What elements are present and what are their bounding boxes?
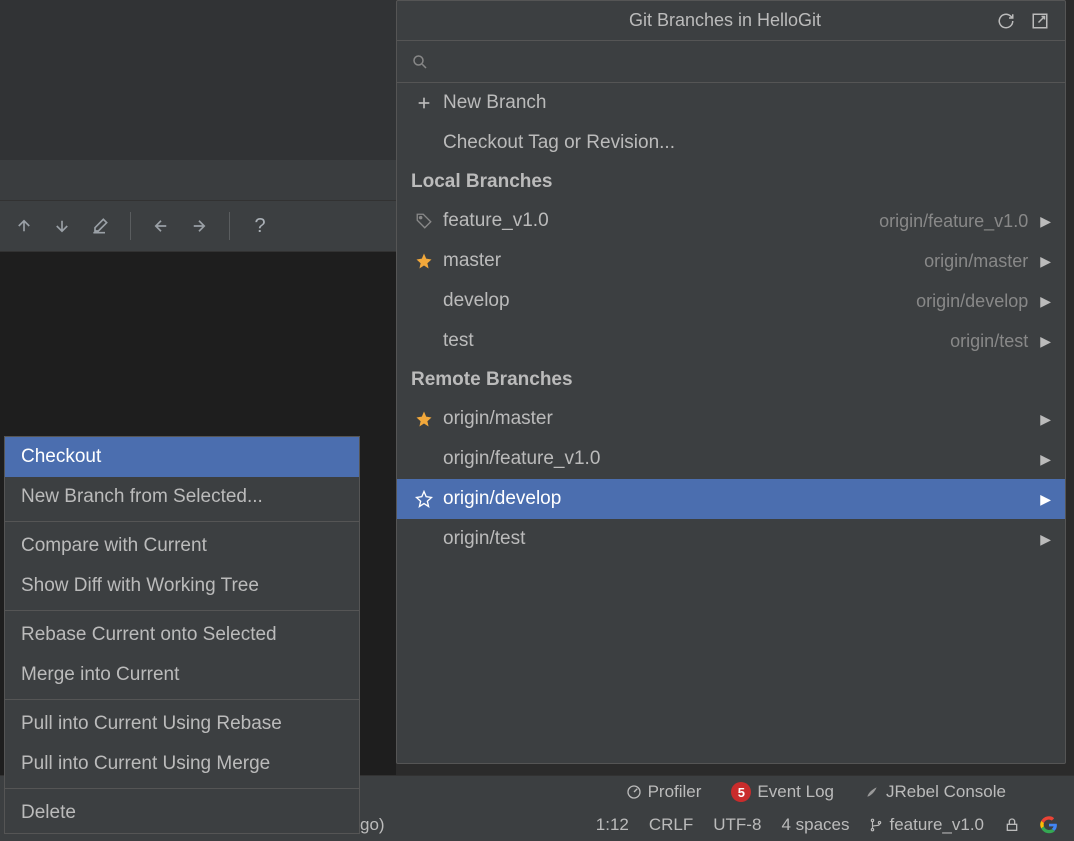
new-branch-label: New Branch bbox=[443, 92, 547, 114]
branch-name: origin/feature_v1.0 bbox=[443, 448, 600, 470]
branch-name: master bbox=[443, 250, 501, 272]
profiler-tool[interactable]: Profiler bbox=[626, 782, 702, 802]
plus-icon bbox=[411, 95, 437, 111]
chevron-right-icon: ▶ bbox=[1040, 253, 1051, 270]
context-pull-merge[interactable]: Pull into Current Using Merge bbox=[5, 744, 359, 784]
file-encoding[interactable]: UTF-8 bbox=[713, 815, 761, 835]
context-delete[interactable]: Delete bbox=[5, 793, 359, 833]
branch-icon bbox=[869, 818, 883, 832]
chevron-right-icon: ▶ bbox=[1040, 293, 1051, 310]
new-branch-action[interactable]: New Branch bbox=[397, 83, 1065, 123]
star-icon bbox=[411, 410, 437, 428]
help-icon[interactable]: ? bbox=[248, 214, 272, 238]
context-rebase[interactable]: Rebase Current onto Selected bbox=[5, 615, 359, 655]
git-branch-name: feature_v1.0 bbox=[889, 815, 984, 835]
line-separator[interactable]: CRLF bbox=[649, 815, 693, 835]
branch-name: feature_v1.0 bbox=[443, 210, 549, 232]
arrow-right-icon[interactable] bbox=[187, 214, 211, 238]
cursor-position[interactable]: 1:12 bbox=[596, 815, 629, 835]
jrebel-label: JRebel Console bbox=[886, 782, 1006, 802]
editor-toolbar: ? bbox=[0, 200, 396, 252]
chevron-right-icon: ▶ bbox=[1040, 333, 1051, 350]
branch-name: origin/test bbox=[443, 528, 525, 550]
context-divider bbox=[5, 788, 359, 789]
context-merge[interactable]: Merge into Current bbox=[5, 655, 359, 695]
search-icon bbox=[411, 53, 429, 71]
context-checkout[interactable]: Checkout bbox=[5, 437, 359, 477]
tracking-label: origin/feature_v1.0 bbox=[879, 211, 1028, 232]
local-branches-header: Local Branches bbox=[397, 163, 1065, 201]
tracking-label: origin/master bbox=[924, 251, 1028, 272]
chevron-right-icon: ▶ bbox=[1040, 531, 1051, 548]
remote-branch-feature[interactable]: origin/feature_v1.0 ▶ bbox=[397, 439, 1065, 479]
branch-name: origin/master bbox=[443, 408, 553, 430]
edit-underline-icon[interactable] bbox=[88, 214, 112, 238]
checkout-tag-label: Checkout Tag or Revision... bbox=[443, 132, 675, 154]
branch-context-menu: Checkout New Branch from Selected... Com… bbox=[4, 436, 360, 834]
branches-popup: Git Branches in HelloGit New Branch Chec… bbox=[396, 0, 1066, 764]
gauge-icon bbox=[626, 784, 642, 800]
readonly-lock-icon[interactable] bbox=[1004, 817, 1020, 833]
star-icon bbox=[411, 252, 437, 270]
context-divider bbox=[5, 610, 359, 611]
chevron-right-icon: ▶ bbox=[1040, 411, 1051, 428]
context-divider bbox=[5, 699, 359, 700]
local-branch-test[interactable]: test origin/test ▶ bbox=[397, 321, 1065, 361]
star-outline-icon bbox=[411, 490, 437, 508]
local-branch-feature[interactable]: feature_v1.0 origin/feature_v1.0 ▶ bbox=[397, 201, 1065, 241]
search-row[interactable] bbox=[397, 41, 1065, 83]
editor-band bbox=[0, 160, 396, 200]
popup-expand-icon[interactable] bbox=[1029, 10, 1051, 32]
profiler-label: Profiler bbox=[648, 782, 702, 802]
context-new-branch[interactable]: New Branch from Selected... bbox=[5, 477, 359, 517]
branch-name: develop bbox=[443, 290, 510, 312]
checkout-tag-action[interactable]: Checkout Tag or Revision... bbox=[397, 123, 1065, 163]
rocket-icon bbox=[864, 784, 880, 800]
popup-header: Git Branches in HelloGit bbox=[397, 1, 1065, 41]
arrow-left-icon[interactable] bbox=[149, 214, 173, 238]
remote-branch-test[interactable]: origin/test ▶ bbox=[397, 519, 1065, 559]
google-icon[interactable] bbox=[1040, 816, 1058, 834]
chevron-right-icon: ▶ bbox=[1040, 491, 1051, 508]
popup-title: Git Branches in HelloGit bbox=[455, 10, 995, 31]
chevron-right-icon: ▶ bbox=[1040, 451, 1051, 468]
status-text-fragment: go) bbox=[360, 815, 385, 835]
chevron-right-icon: ▶ bbox=[1040, 213, 1051, 230]
popup-body: New Branch Checkout Tag or Revision... L… bbox=[397, 83, 1065, 763]
toolbar-separator bbox=[229, 212, 230, 240]
arrow-up-icon[interactable] bbox=[12, 214, 36, 238]
context-divider bbox=[5, 521, 359, 522]
editor-top-panel bbox=[0, 0, 396, 160]
search-input[interactable] bbox=[437, 52, 1051, 72]
event-log-tool[interactable]: 5 Event Log bbox=[731, 782, 834, 802]
remote-branch-master[interactable]: origin/master ▶ bbox=[397, 399, 1065, 439]
context-compare[interactable]: Compare with Current bbox=[5, 526, 359, 566]
local-branch-master[interactable]: master origin/master ▶ bbox=[397, 241, 1065, 281]
indent-setting[interactable]: 4 spaces bbox=[781, 815, 849, 835]
git-branch-widget[interactable]: feature_v1.0 bbox=[869, 815, 984, 835]
refresh-icon[interactable] bbox=[995, 10, 1017, 32]
toolbar-separator bbox=[130, 212, 131, 240]
remote-branches-header: Remote Branches bbox=[397, 361, 1065, 399]
remote-branch-develop[interactable]: origin/develop ▶ bbox=[397, 479, 1065, 519]
event-count-badge: 5 bbox=[731, 782, 751, 802]
jrebel-tool[interactable]: JRebel Console bbox=[864, 782, 1006, 802]
arrow-down-icon[interactable] bbox=[50, 214, 74, 238]
event-log-label: Event Log bbox=[757, 782, 834, 802]
branch-name: origin/develop bbox=[443, 488, 561, 510]
context-diff-working[interactable]: Show Diff with Working Tree bbox=[5, 566, 359, 606]
branch-name: test bbox=[443, 330, 474, 352]
context-pull-rebase[interactable]: Pull into Current Using Rebase bbox=[5, 704, 359, 744]
tracking-label: origin/develop bbox=[916, 291, 1028, 312]
tracking-label: origin/test bbox=[950, 331, 1028, 352]
tag-icon bbox=[411, 212, 437, 230]
local-branch-develop[interactable]: develop origin/develop ▶ bbox=[397, 281, 1065, 321]
